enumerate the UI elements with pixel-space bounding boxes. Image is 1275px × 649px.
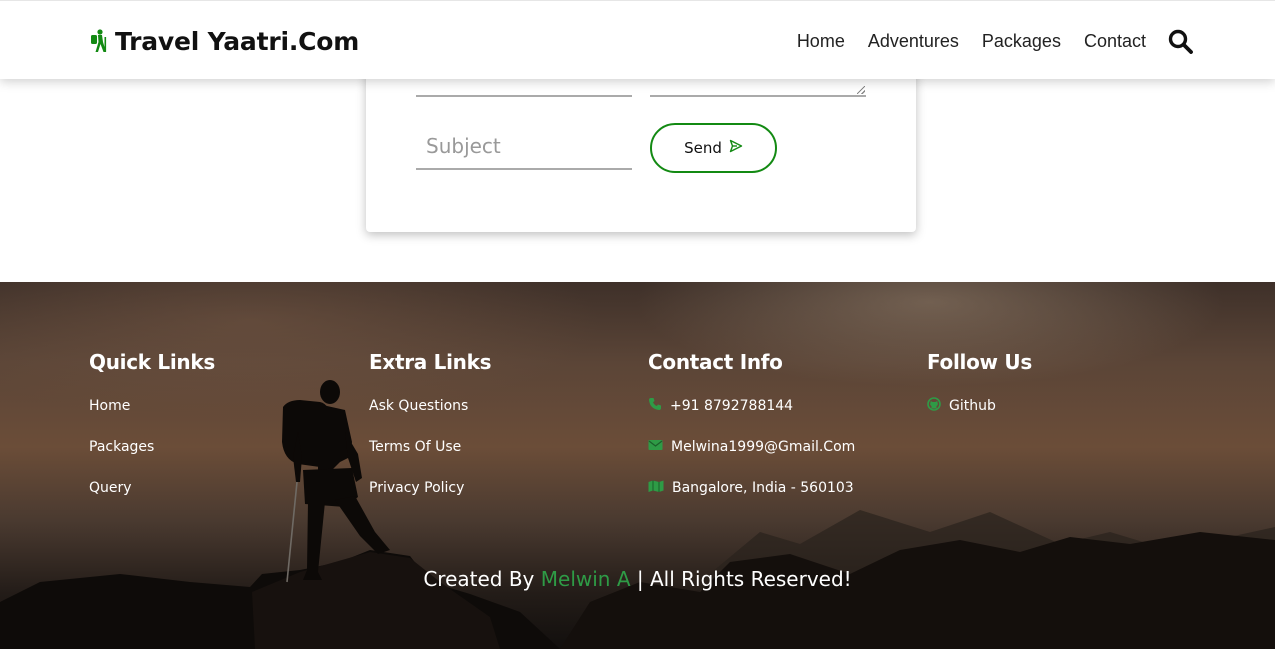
nav-packages[interactable]: Packages [982, 31, 1061, 52]
map-icon [648, 480, 664, 496]
phone-text: +91 8792788144 [670, 398, 794, 414]
footer-link-terms[interactable]: Terms Of Use [369, 438, 491, 456]
address-link[interactable]: Bangalore, India - 560103 [648, 479, 855, 497]
send-button[interactable]: Send [650, 123, 777, 173]
contact-info-heading: Contact Info [648, 350, 783, 374]
github-link[interactable]: Github [927, 397, 1032, 415]
email-text: Melwina1999@Gmail.Com [671, 439, 856, 455]
footer-link-privacy[interactable]: Privacy Policy [369, 479, 491, 497]
address-text: Bangalore, India - 560103 [672, 480, 854, 496]
follow-us-column: Follow Us Github [927, 350, 1032, 438]
phone-icon [648, 397, 662, 415]
github-icon [927, 397, 941, 415]
hiker-icon [89, 29, 109, 53]
footer-link-ask-questions[interactable]: Ask Questions [369, 397, 491, 415]
phone-link[interactable]: +91 8792788144 [648, 397, 855, 415]
quick-links-column: Quick Links Home Packages Query [89, 350, 215, 520]
site-header: Travel Yaatri.Com Home Adventures Packag… [0, 0, 1275, 79]
send-label: Send [684, 139, 722, 157]
nav-contact[interactable]: Contact [1084, 31, 1146, 52]
resize-grip-icon[interactable] [857, 86, 865, 94]
footer-credit: Created By Melwin A | All Rights Reserve… [0, 567, 1275, 591]
envelope-icon [648, 439, 663, 455]
extra-links-heading: Extra Links [369, 350, 492, 374]
email-link[interactable]: Melwina1999@Gmail.Com [648, 438, 855, 456]
credit-author[interactable]: Melwin A [541, 567, 631, 591]
quick-links-heading: Quick Links [89, 350, 215, 374]
logo-text: Travel Yaatri.Com [115, 26, 360, 56]
footer-link-query[interactable]: Query [89, 479, 215, 497]
contact-info-column: Contact Info +91 8792788144 Melwina1999@… [648, 350, 855, 520]
footer-link-home[interactable]: Home [89, 397, 215, 415]
main-nav: Home Adventures Packages Contact [797, 25, 1193, 57]
nav-home[interactable]: Home [797, 31, 845, 52]
text-field[interactable] [416, 95, 632, 97]
subject-input[interactable] [416, 124, 632, 170]
footer-link-packages[interactable]: Packages [89, 438, 215, 456]
extra-links-column: Extra Links Ask Questions Terms Of Use P… [369, 350, 492, 520]
search-icon[interactable] [1168, 29, 1193, 54]
logo[interactable]: Travel Yaatri.Com [89, 25, 359, 57]
paper-plane-icon [729, 139, 743, 157]
nav-adventures[interactable]: Adventures [868, 31, 959, 52]
credit-suffix: | All Rights Reserved! [636, 567, 852, 591]
credit-prefix: Created By [423, 567, 535, 591]
github-text: Github [949, 398, 996, 414]
site-footer: Quick Links Home Packages Query Extra Li… [0, 282, 1275, 649]
follow-us-heading: Follow Us [927, 350, 1032, 374]
